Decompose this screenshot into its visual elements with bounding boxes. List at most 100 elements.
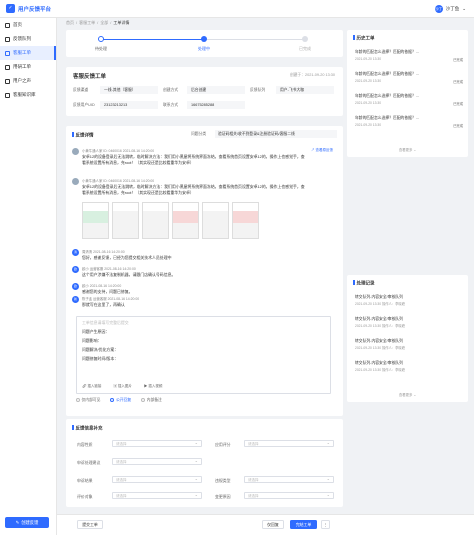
step-label: 处理中 — [198, 46, 210, 51]
message-meta: 小黄牛通人家 ID: 0460016 2021-08-16 14:20:00 — [82, 149, 155, 153]
message-text: 安卓12的设备登录后无法跳转，临时解决方法：我们用小黑屋将系统界面冻结，查看系统… — [82, 184, 305, 195]
user-menu[interactable]: 沙丁 沙丁鱼 ⌄ — [434, 5, 466, 13]
breadcrumb-separator: / — [76, 20, 78, 25]
more-actions-button[interactable]: ⋮ — [321, 520, 330, 529]
history-item-text: 年龄的匹配怎么选择？匹配的依据？... — [355, 94, 419, 98]
category-select[interactable]: 验证码相关/收不到登录&注册验证码/客服二线 — [215, 130, 337, 138]
record-item: 转交队列-内容安全/审核队列 2021-09-20 13:30 操作人：李晓峰 — [355, 317, 463, 328]
step-dot-todo — [302, 36, 308, 42]
attachment-image[interactable] — [172, 202, 199, 239]
record-meta: 2021-09-20 13:30 操作人：李晓峰 — [355, 346, 406, 350]
avatar: 清 — [72, 249, 79, 256]
processing-records-card: 处理记录 转交队列-内容安全/审核队列 2021-09-20 13:30 操作人… — [347, 275, 468, 402]
sidebar-item-label: 首页 — [13, 22, 22, 27]
message-meta: 欧小 2021-08-16 14:20:00 — [82, 284, 122, 288]
sidebar-item-feedback-queue[interactable]: 反馈队列 — [0, 32, 56, 46]
category-label: 问题分类 — [191, 132, 207, 136]
visibility-public-radio[interactable]: 公开回复 — [110, 398, 131, 403]
link-icon: ↗ — [311, 148, 315, 152]
message-meta: 周清清 2021-08-16 14:20:00 — [82, 250, 125, 254]
link-icon: 🔗︎ — [82, 384, 87, 388]
history-item-time: 2021-09-20 13:30 — [355, 79, 382, 83]
record-meta: 2021-09-20 13:30 操作人：李晓峰 — [355, 302, 406, 306]
rating-select[interactable]: 请选择 — [244, 440, 334, 447]
avatar: 沙丁 — [434, 5, 443, 13]
chevron-down-icon: ⌄ — [462, 6, 466, 11]
history-item[interactable]: 年龄的匹配怎么选择？匹配的依据？... 2021-09-20 13:30 已完成 — [355, 116, 463, 128]
avatar — [72, 148, 79, 155]
breadcrumb-separator: / — [110, 20, 112, 25]
sidebar-item-home[interactable]: 首页 — [0, 18, 56, 32]
message-item: 小黄牛通人家 ID: 0460016 2021-08-16 14:20:00 安… — [72, 148, 337, 178]
section-title: 处理记录 — [353, 280, 375, 287]
create-feedback-button[interactable]: ✎ 创建反馈 — [5, 517, 49, 528]
breadcrumb-item[interactable]: 客服工单 — [79, 20, 95, 26]
history-item-time: 2021-09-20 13:30 — [355, 57, 382, 61]
field-label: 申诉处理建议 — [77, 460, 101, 465]
field-label: 违规类型 — [215, 478, 231, 483]
status-badge: 已完成 — [453, 124, 463, 128]
step-dot-done — [98, 36, 104, 42]
section-title: 历史工单 — [353, 35, 375, 42]
editor-line: 问题解决/优化方案： — [82, 347, 119, 352]
editor-placeholder: 工单信息请填写完整后提交 — [82, 320, 129, 325]
user-name: 沙丁鱼 — [445, 6, 460, 11]
reply-editor[interactable]: 工单信息请填写完整后提交 问题产生原因： 问题影响： 问题解决/优化方案： 问题… — [76, 316, 331, 394]
message-text: 那就写在这里了，再确认 — [82, 302, 125, 307]
logo-icon: ✓ — [6, 4, 15, 13]
editor-line: 问题影响： — [82, 338, 102, 343]
attachment-images — [82, 202, 259, 239]
attachment-image[interactable] — [202, 202, 229, 239]
view-more-link[interactable]: 查看更多 ⌄ — [347, 147, 468, 152]
insert-image-button[interactable]: ▣ 插入图片 — [113, 384, 131, 389]
message-text: 您好，感谢反馈，已经为您提交相关技术人员处理中 — [82, 255, 172, 260]
status-badge: 已完成 — [453, 58, 463, 62]
insert-link-button[interactable]: 🔗︎ 插入链接 — [82, 384, 101, 389]
complete-ticket-button[interactable]: 完结工单 — [290, 520, 317, 529]
sidebar-item-user-voice[interactable]: 用户之声 — [0, 74, 56, 88]
record-item: 转交队列-内容安全/审核队列 2021-09-20 13:30 操作人：李晓峰 — [355, 339, 463, 350]
visibility-note-radio[interactable]: 内部备注 — [141, 398, 162, 403]
field-value: 一线-其他（客服） — [100, 86, 158, 94]
attachment-image[interactable] — [112, 202, 139, 239]
message-text: 安卓12的设备登录后无法跳转，临时解决方法：我们用小黑屋将系统界面冻结，查看系统… — [82, 154, 305, 165]
video-icon: ▶ — [143, 384, 148, 388]
original-feedback-link[interactable]: ↗ 查看原反馈 — [311, 148, 333, 153]
app-logo[interactable]: ✓ 用户反馈平台 — [6, 4, 51, 13]
visibility-internal-radio[interactable]: 仅内部可见 — [76, 398, 100, 403]
sidebar-item-service-tickets[interactable]: 客服工单 — [0, 46, 56, 60]
appeal-suggestion-select[interactable]: 请选择 — [112, 458, 202, 465]
sidebar-item-knowledge-base[interactable]: 客服知识库 — [0, 88, 56, 102]
nature-select[interactable]: 请选择 — [112, 440, 202, 447]
avatar — [72, 178, 79, 185]
insert-video-button[interactable]: ▶ 插入视频 — [144, 384, 162, 389]
record-text: 转交队列-内容安全/审核队列 — [355, 361, 403, 365]
history-tickets-card: 历史工单 年龄的匹配怎么选择？匹配的依据？... 2021-09-20 13:3… — [347, 30, 468, 157]
history-item[interactable]: 年龄的匹配怎么选择？匹配的依据？... 2021-09-20 13:30 已完成 — [355, 94, 463, 106]
sidebar: 首页 反馈队列 客服工单 用研工单 用户之声 客服知识库 — [0, 18, 57, 535]
field-label: 申诉结果 — [77, 478, 93, 483]
history-item[interactable]: 年龄的匹配怎么选择？匹配的依据？... 2021-09-20 13:30 已完成 — [355, 50, 463, 62]
step-label: 待处理 — [95, 46, 107, 51]
submit-ticket-button[interactable]: 提交工单 — [77, 520, 103, 529]
attachment-image[interactable] — [232, 202, 259, 239]
view-more-link[interactable]: 查看更多 ⌄ — [347, 392, 468, 397]
breadcrumb-item[interactable]: 全部 — [100, 20, 108, 26]
top-bar: ✓ 用户反馈平台 沙丁 沙丁鱼 ⌄ — [0, 0, 474, 18]
history-item-time: 2021-09-20 13:30 — [355, 123, 382, 127]
reply-only-button[interactable]: 仅回复 — [262, 520, 284, 529]
record-item: 转交队列-内容安全/审核队列 2021-09-20 13:30 操作人：李晓峰 — [355, 361, 463, 372]
evaluation-target-select[interactable]: 请选择 — [112, 492, 202, 499]
violation-type-select[interactable]: 请选择 — [244, 476, 334, 483]
field-label: 变更原因 — [215, 494, 231, 499]
appeal-result-select[interactable]: 请选择 — [112, 476, 202, 483]
history-item[interactable]: 年龄的匹配怎么选择？匹配的依据？... 2021-09-20 13:30 已完成 — [355, 72, 463, 84]
breadcrumb-item[interactable]: 首页 — [66, 20, 74, 26]
sidebar-item-research-tickets[interactable]: 用研工单 — [0, 60, 56, 74]
edit-icon: ✎ — [15, 519, 20, 525]
attachment-image[interactable] — [142, 202, 169, 239]
change-reason-select[interactable]: 请选择 — [244, 492, 334, 499]
attachment-image[interactable] — [82, 202, 109, 239]
avatar: 欧 — [72, 266, 79, 273]
record-item: 转交队列-内容安全/审核队列 2021-09-20 13:30 操作人：李晓峰 — [355, 295, 463, 306]
